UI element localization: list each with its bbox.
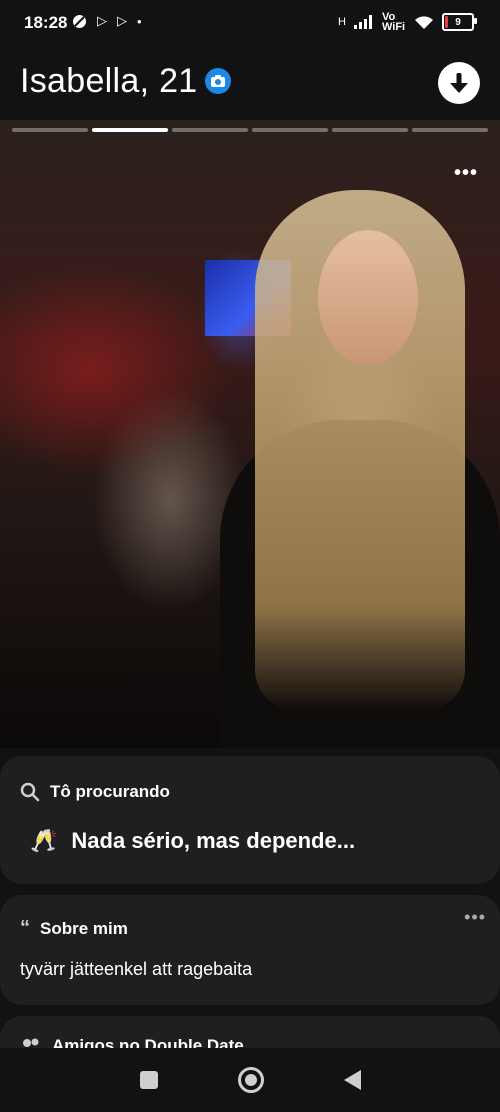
person-face <box>318 230 418 365</box>
wifi-icon <box>415 15 433 29</box>
vowifi-label: Vo WiFi <box>382 11 406 33</box>
about-more-icon[interactable]: ••• <box>464 907 486 928</box>
quote-icon: “ <box>20 917 30 939</box>
battery-level <box>445 16 448 28</box>
status-right: H Vo WiFi 9 <box>338 11 477 33</box>
play-icon: ▷ <box>117 13 127 28</box>
progress-segment[interactable] <box>92 128 168 132</box>
search-icon <box>20 782 40 802</box>
profile-header: Isabella, 21 <box>0 46 500 120</box>
play-icon: ▷ <box>97 13 107 28</box>
signal-type: H <box>338 16 346 28</box>
about-card: “ Sobre mim ••• tyvärr jätteenkel att ra… <box>0 895 500 1005</box>
looking-for-heading-row: Tô procurando <box>20 782 170 802</box>
about-heading: Sobre mim <box>40 918 128 938</box>
status-bar: 18:28 ▷ ▷ • H Vo WiFi 9 <box>0 0 500 46</box>
profile-photo[interactable]: ••• <box>0 120 500 748</box>
looking-for-value: Nada sério, mas depende... <box>71 828 356 853</box>
download-button[interactable] <box>438 62 480 104</box>
about-text: tyvärr jätteenkel att ragebaita <box>20 959 253 979</box>
progress-segment[interactable] <box>332 128 408 132</box>
recent-apps-button[interactable] <box>139 1071 158 1089</box>
home-button[interactable] <box>237 1067 264 1093</box>
back-button[interactable] <box>343 1070 361 1090</box>
looking-for-heading: Tô procurando <box>50 782 170 801</box>
progress-segment[interactable] <box>252 128 328 132</box>
dnd-icon <box>73 14 86 28</box>
looking-for-card: Tô procurando 🥂 Nada sério, mas depende.… <box>0 756 500 884</box>
battery-text: 9 <box>455 16 461 28</box>
progress-segment[interactable] <box>172 128 248 132</box>
photo-progress-indicator <box>12 128 488 132</box>
camera-icon <box>211 75 225 87</box>
system-nav-bar <box>0 1048 500 1112</box>
dot-icon: • <box>137 13 142 29</box>
more-options-icon[interactable]: ••• <box>454 162 478 185</box>
toast-emoji-icon: 🥂 <box>30 828 58 853</box>
about-heading-row: “ Sobre mim <box>20 917 128 940</box>
progress-segment[interactable] <box>412 128 488 132</box>
signal-icon <box>354 15 372 29</box>
battery-icon: 9 <box>442 13 477 31</box>
arrow-down-icon <box>450 73 468 93</box>
progress-segment[interactable] <box>12 128 88 132</box>
status-notification-icons: ▷ ▷ • <box>72 13 142 29</box>
profile-name-age: Isabella, 21 <box>20 62 198 100</box>
home-dot-icon <box>244 1074 257 1086</box>
verified-badge[interactable] <box>205 68 231 94</box>
status-time: 18:28 <box>24 13 68 32</box>
looking-for-value-row: 🥂 Nada sério, mas depende... <box>30 828 355 854</box>
